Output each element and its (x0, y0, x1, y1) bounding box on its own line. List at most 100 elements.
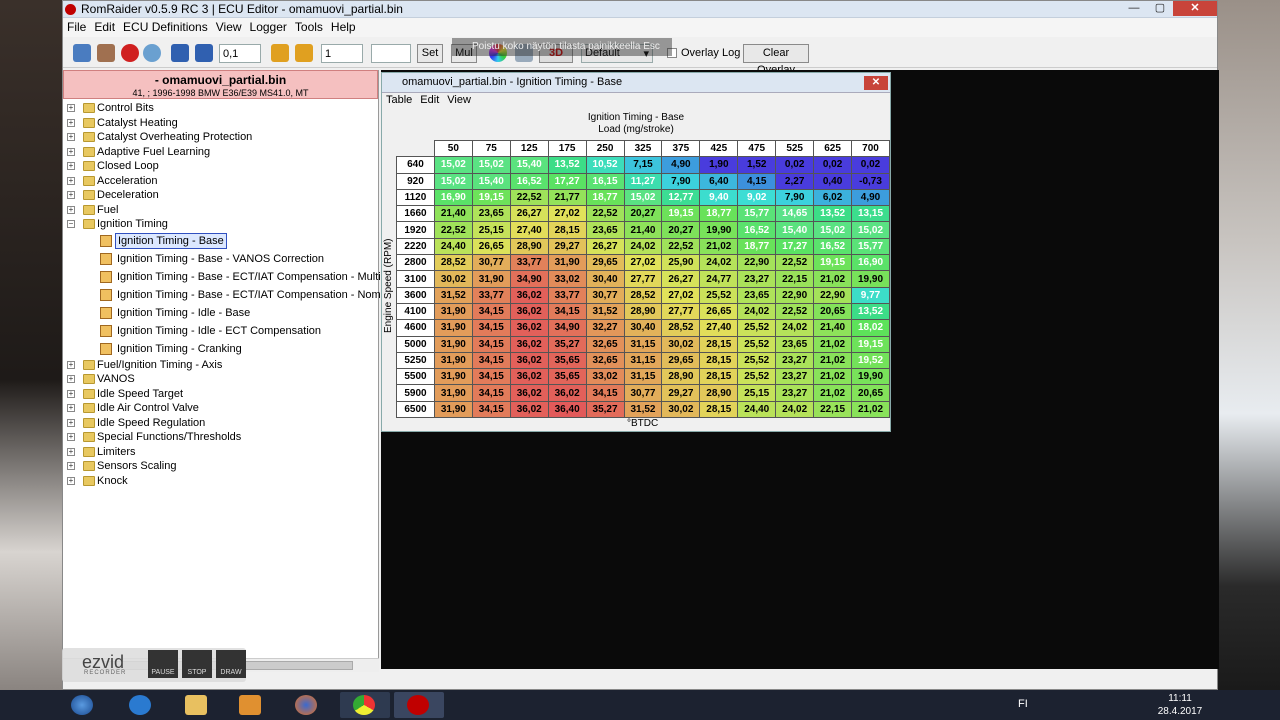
timing-cell[interactable]: 1,90 (699, 156, 739, 174)
timing-cell[interactable]: 2,27 (775, 172, 815, 190)
table-node[interactable]: Ignition Timing - Cranking (63, 340, 378, 358)
rpm-axis-cell[interactable]: 6500 (396, 400, 435, 419)
timing-cell[interactable]: 35,27 (585, 400, 625, 419)
timing-cell[interactable]: 22,52 (775, 302, 815, 321)
timing-cell[interactable]: 17,27 (547, 172, 587, 190)
timing-cell[interactable]: 36,02 (509, 302, 549, 321)
timing-cell[interactable]: 36,02 (547, 384, 587, 402)
timing-cell[interactable]: 30,40 (623, 319, 663, 337)
timing-cell[interactable]: 19,15 (851, 335, 890, 353)
timing-cell[interactable]: 19,15 (661, 205, 701, 223)
timing-cell[interactable]: 6,02 (813, 188, 853, 207)
timing-cell[interactable]: 4,90 (851, 188, 890, 207)
rpm-axis-cell[interactable]: 2220 (396, 237, 435, 256)
timing-cell[interactable]: 15,02 (623, 188, 663, 207)
timing-cell[interactable]: 13,52 (813, 205, 853, 223)
timing-cell[interactable]: 34,15 (471, 368, 511, 386)
timing-cell[interactable]: 31,90 (433, 351, 473, 370)
open-image-icon[interactable] (73, 44, 91, 62)
timing-cell[interactable]: 22,52 (509, 188, 549, 207)
rpm-axis-cell[interactable]: 3100 (396, 270, 435, 288)
timing-cell[interactable]: 15,77 (851, 237, 890, 256)
timing-cell[interactable]: 32,65 (585, 335, 625, 353)
tree-node[interactable]: + Idle Speed Regulation (63, 416, 378, 431)
timing-cell[interactable]: 15,77 (737, 205, 777, 223)
timing-cell[interactable]: 34,90 (547, 319, 587, 337)
timing-cell[interactable]: 34,15 (471, 351, 511, 370)
load-axis-cell[interactable]: 475 (737, 139, 777, 158)
expander-icon[interactable]: + (67, 433, 75, 441)
timing-cell[interactable]: 27,77 (623, 270, 663, 288)
timing-cell[interactable]: 18,77 (699, 205, 739, 223)
increment-coarse-icon[interactable] (271, 44, 289, 62)
timing-cell[interactable]: 35,65 (547, 368, 587, 386)
timing-cell[interactable]: 24,02 (623, 237, 663, 256)
rpm-axis-cell[interactable]: 3600 (396, 286, 435, 304)
timing-cell[interactable]: 16,90 (433, 188, 473, 207)
taskbar-chrome[interactable] (340, 692, 390, 718)
load-axis-cell[interactable]: 375 (661, 139, 701, 158)
timing-cell[interactable]: 26,65 (699, 302, 739, 321)
timing-cell[interactable]: 30,02 (661, 400, 701, 419)
timing-cell[interactable]: 27,02 (547, 205, 587, 223)
tree-node[interactable]: + Acceleration (63, 174, 378, 189)
timing-cell[interactable]: 15,02 (471, 156, 511, 174)
timing-cell[interactable]: 31,90 (433, 400, 473, 419)
timing-cell[interactable]: 25,52 (737, 319, 777, 337)
language-indicator[interactable]: FI (1018, 698, 1028, 710)
table-node[interactable]: Ignition Timing - Base - ECT/IAT Compens… (63, 268, 414, 286)
timing-cell[interactable]: 26,27 (509, 205, 549, 223)
timing-cell[interactable]: 23,27 (775, 384, 815, 402)
timing-cell[interactable]: 22,15 (775, 270, 815, 288)
timing-cell[interactable]: 18,77 (585, 188, 625, 207)
timing-cell[interactable]: 34,15 (471, 384, 511, 402)
timing-cell[interactable]: 31,90 (471, 270, 511, 288)
timing-cell[interactable]: 28,90 (509, 237, 549, 256)
timing-cell[interactable]: 31,90 (433, 319, 473, 337)
tree-node[interactable]: − Ignition Timing (63, 217, 378, 232)
rpm-axis-cell[interactable]: 640 (396, 156, 435, 174)
taskbar-explorer[interactable] (172, 692, 222, 718)
menu-file[interactable]: File (63, 18, 90, 34)
timing-cell[interactable]: 33,02 (585, 368, 625, 386)
timing-cell[interactable]: 14,65 (775, 205, 815, 223)
rpm-axis-cell[interactable]: 5000 (396, 335, 435, 353)
timing-cell[interactable]: 31,52 (585, 302, 625, 321)
increment-coarse-input[interactable] (321, 44, 363, 63)
load-axis-cell[interactable]: 50 (433, 139, 473, 158)
menu-logger[interactable]: Logger (246, 18, 291, 34)
expander-icon[interactable]: + (67, 360, 75, 369)
tree-node[interactable]: + Control Bits (63, 101, 378, 116)
timing-cell[interactable]: 15,02 (813, 221, 853, 239)
timing-cell[interactable]: 0,40 (813, 172, 853, 190)
timing-cell[interactable]: 35,27 (547, 335, 587, 353)
timing-cell[interactable]: 0,02 (851, 156, 890, 174)
load-axis-cell[interactable]: 325 (623, 139, 663, 158)
timing-cell[interactable]: 36,02 (509, 384, 549, 402)
timing-cell[interactable]: 28,15 (699, 400, 739, 419)
timing-cell[interactable]: 36,02 (509, 319, 549, 337)
timing-cell[interactable]: 28,90 (661, 368, 701, 386)
load-axis-cell[interactable]: 175 (547, 139, 587, 158)
rpm-axis-cell[interactable]: 1660 (396, 205, 435, 223)
timing-cell[interactable]: 31,90 (547, 254, 587, 272)
timing-cell[interactable]: 29,27 (661, 384, 701, 402)
timing-cell[interactable]: 18,02 (851, 319, 890, 337)
timing-cell[interactable]: 0,02 (813, 156, 853, 174)
menu-edit[interactable]: Edit (90, 18, 119, 34)
timing-cell[interactable]: 21,02 (851, 400, 890, 419)
timing-cell[interactable]: 30,77 (471, 254, 511, 272)
timing-cell[interactable]: 16,52 (509, 172, 549, 190)
tree-node[interactable]: + Fuel (63, 203, 378, 218)
load-axis-cell[interactable]: 425 (699, 139, 739, 158)
timing-cell[interactable]: 19,90 (851, 270, 890, 288)
timing-cell[interactable]: 15,40 (775, 221, 815, 239)
increment-fine-input[interactable] (219, 44, 261, 63)
timing-cell[interactable]: 30,02 (661, 335, 701, 353)
timing-cell[interactable]: 7,90 (775, 188, 815, 207)
expander-icon[interactable]: + (67, 191, 75, 199)
timing-cell[interactable]: 20,65 (851, 384, 890, 402)
timing-cell[interactable]: 23,65 (471, 205, 511, 223)
timing-cell[interactable]: 33,77 (509, 254, 549, 272)
timing-cell[interactable]: 36,02 (509, 351, 549, 370)
